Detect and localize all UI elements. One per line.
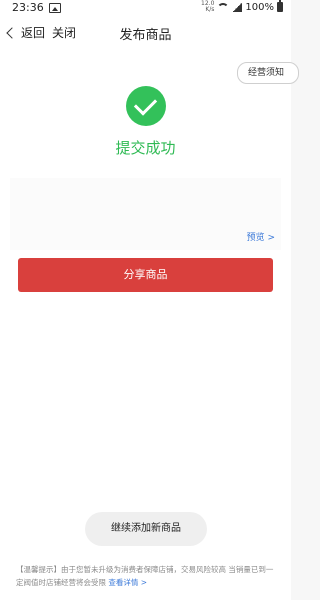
- status-time: 23:36: [12, 1, 44, 14]
- status-right-group: 12.0 K/s 100%: [201, 0, 283, 13]
- success-message: 提交成功: [115, 139, 176, 157]
- share-product-button[interactable]: 分享商品: [18, 258, 273, 292]
- back-button[interactable]: 返回: [6, 24, 46, 41]
- battery-percent: 100%: [245, 1, 274, 13]
- gallery-icon: [49, 3, 61, 13]
- network-speed-unit: K/s: [205, 6, 215, 13]
- main-content: 经营须知 提交成功 预览 > 分享商品 继续添加新商品 【温馨提示】由于您暂未升…: [0, 50, 299, 600]
- check-circle-icon: [126, 86, 166, 126]
- close-button[interactable]: 关闭: [52, 24, 76, 41]
- network-speed: 12.0 K/s: [201, 1, 214, 13]
- warm-tip: 【温馨提示】由于您暂未升级为消费者保障店铺，交易风险较高 当销量已到一定阀值时店…: [16, 563, 278, 589]
- add-new-product-button[interactable]: 继续添加新商品: [85, 512, 207, 546]
- chevron-left-icon: [6, 26, 18, 39]
- nav-bar: 返回 关闭 发布商品: [0, 16, 291, 50]
- back-label: 返回: [21, 26, 46, 40]
- product-preview-card: [10, 178, 281, 250]
- status-bar: 23:36 12.0 K/s 100%: [0, 0, 291, 16]
- business-notice-button[interactable]: 经营须知: [236, 62, 299, 84]
- view-details-link[interactable]: 查看详情 >: [108, 578, 147, 587]
- wifi-icon: [217, 2, 230, 12]
- preview-link[interactable]: 预览 >: [247, 230, 275, 243]
- battery-icon: [277, 0, 283, 12]
- signal-icon: [232, 2, 243, 12]
